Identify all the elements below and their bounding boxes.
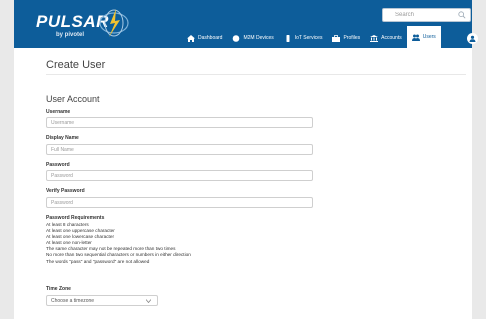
password-label: Password — [46, 162, 70, 168]
chevron-down-icon — [146, 299, 151, 303]
brand-logo[interactable]: PULSAR by pivotel — [36, 8, 136, 42]
search-box[interactable] — [382, 8, 471, 22]
nav-item-iot-services[interactable]: IoT Services — [279, 28, 328, 48]
requirement-item: The words "pass" and "password" are not … — [46, 258, 150, 264]
nav-item-label: Dashboard — [198, 35, 223, 41]
search-icon[interactable] — [458, 11, 466, 19]
app-window: PULSAR by pivotel Dashboard M2M Devic — [0, 0, 486, 319]
nav-item-m2m-devices[interactable]: M2M Devices — [227, 28, 278, 48]
nav-item-accounts[interactable]: Accounts — [365, 28, 407, 48]
timezone-select[interactable]: Choose a timezone — [46, 295, 158, 306]
password-requirements-title: Password Requirements — [46, 215, 105, 221]
password-input[interactable] — [46, 170, 313, 181]
display-name-label: Display Name — [46, 135, 79, 141]
verify-password-label: Verify Password — [46, 188, 85, 194]
title-divider — [46, 74, 466, 75]
nav-item-label: Profiles — [343, 35, 361, 41]
main-nav: Dashboard M2M Devices IoT Services Profi… — [182, 26, 441, 48]
page-margin-right — [472, 0, 486, 319]
page-margin-left — [0, 0, 14, 319]
nav-item-label: Users — [422, 34, 436, 40]
page-title: Create User — [46, 59, 106, 71]
nav-item-profiles[interactable]: Profiles — [327, 28, 365, 48]
username-label: Username — [46, 109, 71, 115]
brand-tagline: by pivotel — [56, 32, 85, 38]
phone-icon — [286, 34, 290, 42]
users-icon — [411, 34, 420, 41]
timezone-label: Time Zone — [46, 286, 71, 292]
nav-item-label: M2M Devices — [243, 35, 274, 41]
profile-button[interactable] — [467, 33, 478, 44]
search-input[interactable] — [383, 9, 457, 21]
section-title: User Account — [46, 94, 100, 104]
main-content: Create User User Account Username Displa… — [14, 48, 472, 319]
nav-item-dashboard[interactable]: Dashboard — [182, 28, 227, 48]
verify-password-input[interactable] — [46, 197, 313, 208]
requirement-item: No more than two sequential characters o… — [46, 252, 191, 258]
top-header: PULSAR by pivotel Dashboard M2M Devic — [14, 0, 478, 48]
briefcase-icon — [332, 34, 341, 42]
user-circle-icon — [469, 35, 476, 42]
nav-item-users[interactable]: Users — [406, 26, 441, 48]
globe-icon — [233, 34, 240, 42]
nav-item-label: IoT Services — [294, 35, 323, 41]
username-input[interactable] — [46, 117, 313, 128]
timezone-select-value: Choose a timezone — [51, 298, 95, 304]
pulsar-swirl-icon — [99, 9, 129, 37]
password-requirements-list: At least 8 characters At least one upper… — [46, 222, 191, 265]
bank-icon — [370, 34, 379, 42]
nav-item-label: Accounts — [381, 35, 402, 41]
display-name-input[interactable] — [46, 144, 313, 155]
home-icon — [187, 34, 195, 42]
